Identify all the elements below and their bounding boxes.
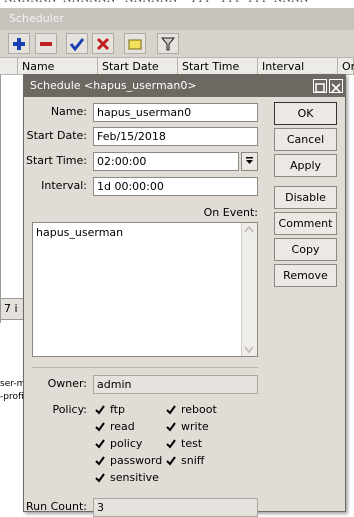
on-event-script: hapus_userman: [36, 226, 124, 239]
dropdown-arrow-icon: [246, 157, 253, 164]
remove-button[interactable]: [35, 33, 57, 54]
checkbox-checked-icon[interactable]: [166, 422, 176, 432]
filter-button[interactable]: [157, 33, 179, 54]
start-time-field[interactable]: 02:00:00: [93, 152, 239, 171]
plus-icon: [13, 38, 25, 50]
policy-sniff-label: sniff: [181, 454, 205, 467]
maximize-icon: [315, 83, 325, 93]
checkbox-checked-icon[interactable]: [95, 456, 105, 466]
name-label: Name:: [50, 105, 87, 118]
checkbox-checked-icon[interactable]: [166, 456, 176, 466]
disable-button[interactable]: Disable: [274, 186, 337, 209]
policy-policy-label: policy: [110, 437, 143, 450]
run-count-label: Run Count:: [26, 500, 87, 513]
scheduler-toolbar: [0, 30, 354, 58]
column-header-name[interactable]: Name: [18, 58, 98, 75]
minus-icon: [40, 42, 52, 46]
scroll-arrows-icon: [244, 225, 254, 354]
checkbox-checked-icon[interactable]: [166, 405, 176, 415]
close-icon: [331, 83, 341, 93]
scheduler-window-title: Scheduler: [0, 8, 354, 30]
add-button[interactable]: [8, 33, 30, 54]
note-icon: [128, 39, 142, 50]
owner-field: admin: [93, 375, 258, 394]
close-button[interactable]: [329, 79, 343, 93]
policy-password-label: password: [110, 454, 163, 467]
scheduler-table-header: Name Start Date Start Time Interval On: [0, 58, 354, 75]
checkbox-checked-icon[interactable]: [95, 422, 105, 432]
interval-label: Interval:: [41, 179, 87, 192]
column-header-blank[interactable]: [0, 58, 18, 75]
policy-read-label: read: [110, 420, 135, 433]
owner-label: Owner:: [47, 377, 87, 390]
column-header-start-time[interactable]: Start Time: [178, 58, 258, 75]
policy-ftp-label: ftp: [110, 403, 125, 416]
on-event-label: On Event:: [203, 206, 258, 219]
column-header-interval[interactable]: Interval: [258, 58, 338, 75]
schedule-dialog: Schedule <hapus_userman0> Name: hapus_us…: [23, 74, 346, 517]
comment-button[interactable]: [124, 33, 146, 54]
name-field[interactable]: hapus_userman0: [93, 103, 258, 122]
policy-write-label: write: [181, 420, 209, 433]
on-event-scrollbar[interactable]: [241, 223, 257, 356]
start-time-label: Start Time:: [26, 154, 87, 167]
on-event-textarea[interactable]: hapus_userman: [32, 222, 258, 357]
column-header-start-date[interactable]: Start Date: [98, 58, 178, 75]
remove-button[interactable]: Remove: [274, 264, 337, 287]
comment-button[interactable]: Comment: [274, 212, 337, 235]
policy-sensitive-label: sensitive: [110, 471, 159, 484]
copy-button[interactable]: Copy: [274, 238, 337, 261]
start-time-dropdown[interactable]: [241, 152, 258, 171]
disable-button[interactable]: [92, 33, 114, 54]
policy-reboot-label: reboot: [181, 403, 217, 416]
maximize-button[interactable]: [313, 79, 327, 93]
policy-test-label: test: [181, 437, 203, 450]
checkbox-checked-icon[interactable]: [95, 405, 105, 415]
enable-button[interactable]: [66, 33, 88, 54]
column-header-on[interactable]: On: [338, 58, 354, 75]
filter-icon: [160, 37, 176, 51]
checkbox-checked-icon[interactable]: [95, 473, 105, 483]
ok-button[interactable]: OK: [274, 102, 337, 125]
run-count-field: 3: [93, 498, 258, 517]
interval-field[interactable]: 1d 00:00:00: [93, 177, 258, 196]
apply-button[interactable]: Apply: [274, 154, 337, 177]
start-date-label: Start Date:: [26, 129, 87, 142]
dialog-title: Schedule <hapus_userman0>: [24, 75, 345, 97]
start-date-field[interactable]: Feb/15/2018: [93, 127, 258, 146]
check-icon: [69, 38, 85, 52]
cancel-button[interactable]: Cancel: [274, 128, 337, 151]
divider: [32, 367, 258, 368]
checkbox-checked-icon[interactable]: [166, 439, 176, 449]
policy-label: Policy:: [52, 403, 87, 416]
background-window-strip: NNNNNN NNNNNN NNNNNN TTT TTT TTT NNNN: [0, 0, 354, 8]
checkbox-checked-icon[interactable]: [95, 439, 105, 449]
cross-icon: [96, 37, 110, 51]
dialog-title-text: Schedule <hapus_userman0>: [30, 79, 197, 92]
